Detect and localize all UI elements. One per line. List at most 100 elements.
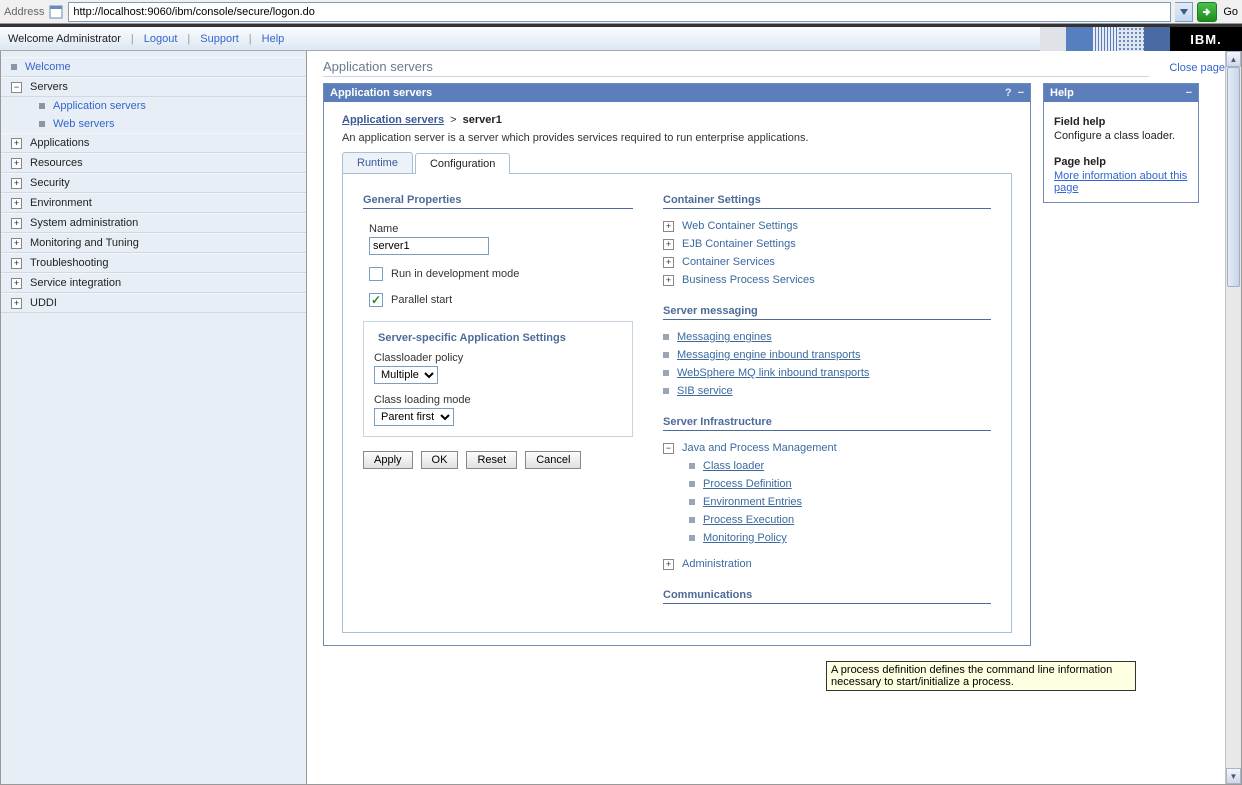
expand-icon[interactable]: +	[11, 138, 22, 149]
messaging-item[interactable]: SIB service	[663, 382, 991, 400]
messaging-item[interactable]: WebSphere MQ link inbound transports	[663, 364, 991, 382]
class-loading-mode-select[interactable]: Parent first	[374, 408, 454, 426]
sidebar-item[interactable]: +Environment	[1, 193, 306, 213]
breadcrumb-current: server1	[463, 114, 502, 126]
panel-minimize-icon[interactable]: −	[1018, 87, 1024, 99]
expand-icon[interactable]: +	[663, 257, 674, 268]
sidebar-welcome[interactable]: Welcome	[1, 57, 306, 77]
ok-button[interactable]: OK	[421, 451, 459, 469]
sidebar-item[interactable]: +System administration	[1, 213, 306, 233]
support-link[interactable]: Support	[200, 33, 239, 45]
parallel-checkbox[interactable]: ✓	[369, 293, 383, 307]
tab-runtime[interactable]: Runtime	[342, 152, 413, 173]
expand-icon[interactable]: +	[11, 158, 22, 169]
name-input[interactable]	[369, 237, 489, 255]
expand-icon[interactable]: +	[11, 298, 22, 309]
apply-button[interactable]: Apply	[363, 451, 413, 469]
infra-admin[interactable]: + Administration	[663, 555, 991, 573]
scroll-thumb[interactable]	[1227, 67, 1240, 287]
collapse-icon[interactable]: −	[663, 443, 674, 454]
main-panel: Application servers ? − Application serv…	[323, 83, 1031, 646]
page-help-head: Page help	[1054, 156, 1188, 168]
bullet-icon	[11, 64, 17, 70]
expand-icon[interactable]: +	[663, 221, 674, 232]
container-item[interactable]: +Web Container Settings	[663, 217, 991, 235]
panel-help-icon[interactable]: ?	[1005, 87, 1012, 99]
container-settings-head: Container Settings	[663, 194, 991, 209]
help-panel: Help − Field help Configure a class load…	[1043, 83, 1199, 203]
infra-item[interactable]: Process Execution	[663, 511, 991, 529]
panel-minimize-icon[interactable]: −	[1186, 87, 1192, 99]
sidebar-item[interactable]: +Monitoring and Tuning	[1, 233, 306, 253]
container-item[interactable]: +Business Process Services	[663, 271, 991, 289]
bullet-icon	[689, 463, 695, 469]
bullet-icon	[689, 517, 695, 523]
reset-button[interactable]: Reset	[466, 451, 517, 469]
go-label: Go	[1221, 6, 1238, 18]
expand-icon[interactable]: +	[11, 238, 22, 249]
address-input[interactable]	[68, 2, 1171, 22]
address-dropdown[interactable]	[1175, 2, 1193, 22]
expand-icon[interactable]: +	[663, 559, 674, 570]
vertical-scrollbar[interactable]: ▲ ▼	[1225, 51, 1241, 784]
help-link[interactable]: Help	[262, 33, 285, 45]
expand-icon[interactable]: +	[11, 258, 22, 269]
server-infrastructure-head: Server Infrastructure	[663, 416, 991, 431]
sidebar-item[interactable]: +UDDI	[1, 293, 306, 313]
scroll-up-icon[interactable]: ▲	[1226, 51, 1241, 67]
container-item[interactable]: +Container Services	[663, 253, 991, 271]
run-dev-checkbox[interactable]	[369, 267, 383, 281]
sidebar-item[interactable]: +Troubleshooting	[1, 253, 306, 273]
bullet-icon	[663, 388, 669, 394]
infra-item[interactable]: Monitoring Policy	[663, 529, 991, 547]
cancel-button[interactable]: Cancel	[525, 451, 581, 469]
breadcrumb-link[interactable]: Application servers	[342, 114, 444, 126]
sidebar-item-web-servers[interactable]: Web servers	[1, 115, 306, 133]
classloader-policy-select[interactable]: Multiple	[374, 366, 438, 384]
bullet-icon	[39, 103, 45, 109]
expand-icon[interactable]: +	[11, 198, 22, 209]
bullet-icon	[663, 334, 669, 340]
field-help-text: Configure a class loader.	[1054, 130, 1188, 142]
expand-icon[interactable]: +	[663, 239, 674, 250]
server-messaging-head: Server messaging	[663, 305, 991, 320]
bullet-icon	[663, 370, 669, 376]
tabs: Runtime Configuration	[342, 152, 1012, 173]
messaging-item[interactable]: Messaging engines	[663, 328, 991, 346]
infra-item[interactable]: Environment Entries	[663, 493, 991, 511]
expand-icon[interactable]: +	[11, 218, 22, 229]
page-title: Application servers	[323, 59, 1149, 77]
sidebar-item[interactable]: +Service integration	[1, 273, 306, 293]
address-label: Address	[4, 6, 44, 18]
sidebar-item-application-servers[interactable]: Application servers	[1, 97, 306, 115]
bullet-icon	[689, 481, 695, 487]
sidebar-servers[interactable]: − Servers	[1, 77, 306, 97]
infra-item[interactable]: Class loader	[663, 457, 991, 475]
close-page-link[interactable]: Close page	[1169, 62, 1225, 74]
infra-group[interactable]: − Java and Process Management	[663, 439, 991, 457]
expand-icon[interactable]: +	[663, 275, 674, 286]
scroll-down-icon[interactable]: ▼	[1226, 768, 1241, 784]
console-header: Welcome Administrator | Logout | Support…	[0, 27, 1242, 51]
expand-icon[interactable]: +	[11, 278, 22, 289]
expand-icon[interactable]: +	[11, 178, 22, 189]
container-item[interactable]: +EJB Container Settings	[663, 235, 991, 253]
messaging-item[interactable]: Messaging engine inbound transports	[663, 346, 991, 364]
class-loading-mode-label: Class loading mode	[374, 394, 622, 406]
page-help-link[interactable]: More information about this page	[1054, 170, 1187, 194]
sidebar: Welcome − Servers Application servers We…	[1, 51, 307, 784]
infra-item[interactable]: Process Definition	[663, 475, 991, 493]
go-button[interactable]	[1197, 2, 1217, 22]
help-panel-header: Help −	[1044, 84, 1198, 102]
panel-header: Application servers ? −	[324, 84, 1030, 102]
description: An application server is a server which …	[342, 132, 1012, 144]
ibm-logo: IBM.	[1170, 27, 1242, 51]
tab-configuration[interactable]: Configuration	[415, 153, 510, 174]
sidebar-item[interactable]: +Applications	[1, 133, 306, 153]
collapse-icon[interactable]: −	[11, 82, 22, 93]
sidebar-item[interactable]: +Security	[1, 173, 306, 193]
page-icon	[48, 4, 64, 20]
communications-head: Communications	[663, 589, 991, 604]
sidebar-item[interactable]: +Resources	[1, 153, 306, 173]
logout-link[interactable]: Logout	[144, 33, 178, 45]
